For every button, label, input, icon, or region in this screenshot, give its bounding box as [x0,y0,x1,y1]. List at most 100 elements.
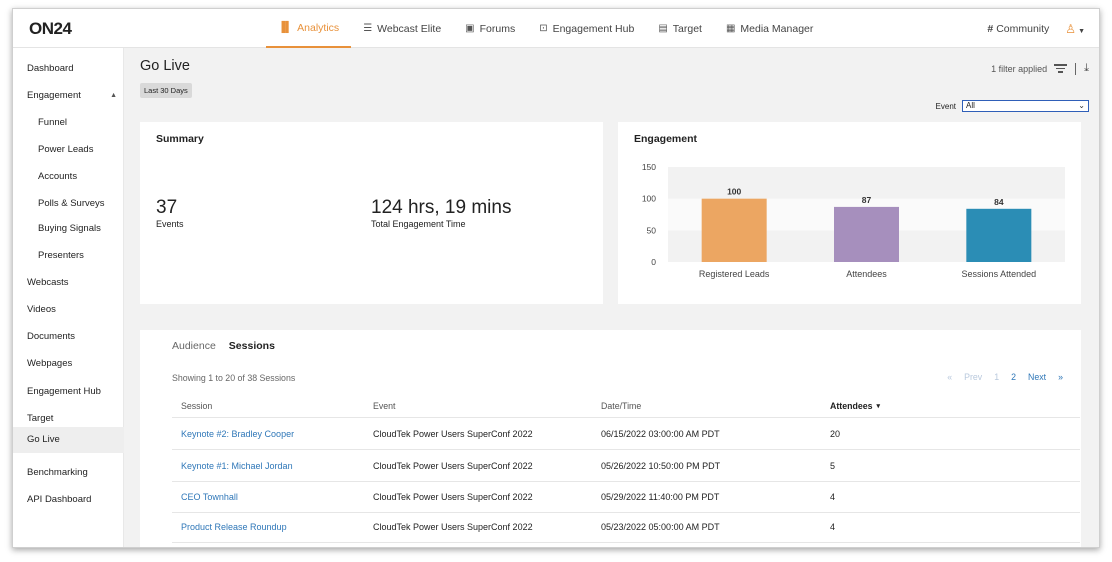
first-page-button[interactable]: « [947,372,952,382]
sidebar-item-polls-surveys[interactable]: Polls & Surveys [13,191,124,217]
last-page-button[interactable]: » [1058,372,1063,382]
list-icon: ☰ [363,23,373,34]
top-nav: ON24 ▐▌ Analytics ☰ Webcast Elite ▣ Foru… [13,9,1099,48]
forum-icon: ▣ [465,23,475,34]
x-tick-label: Attendees [846,269,887,279]
sessions-tabs: Audience Sessions [172,340,275,352]
user-menu[interactable]: ♙ ▼ [1065,22,1085,36]
event-cell: CloudTek Power Users SuperConf 2022 [373,460,533,471]
engagement-time-value: 124 hrs, 19 mins [371,197,512,218]
y-tick-label: 150 [642,162,656,172]
main-content: Go Live Last 30 Days 1 filter applied ⤓ … [124,48,1099,547]
nav-label: Analytics [297,21,340,34]
sidebar-item-api-dashboard[interactable]: API Dashboard [13,487,124,513]
session-link[interactable]: Keynote #1: Michael Jordan [181,450,293,481]
data-label: 100 [727,187,741,197]
date-range-chip[interactable]: Last 30 Days [140,83,192,98]
sidebar-item-presenters[interactable]: Presenters [13,243,124,269]
session-link[interactable]: Keynote #2: Bradley Cooper [181,418,294,449]
col-session[interactable]: Session [181,394,212,417]
sidebar-item-webcasts[interactable]: Webcasts [13,270,124,296]
datetime-cell: 06/15/2022 03:00:00 AM PDT [601,428,720,439]
sidebar-item-engagement-hub[interactable]: Engagement Hub [13,379,124,405]
session-link[interactable]: Product Release Roundup [181,513,287,543]
x-tick-label: Registered Leads [699,269,770,279]
sessions-table: Session Event Date/Time Attendees ▾ Keyn… [172,394,1080,543]
on24-logo[interactable]: ON24 [29,19,72,39]
nav-right: # Community ♙ ▼ [987,9,1085,48]
sidebar-item-documents[interactable]: Documents [13,324,124,350]
sidebar-item-accounts[interactable]: Accounts [13,164,124,190]
col-attendees-label: Attendees [830,400,873,411]
community-label: Community [996,22,1050,35]
table-row: CEO Townhall CloudTek Power Users SuperC… [172,482,1080,513]
main-nav: ▐▌ Analytics ☰ Webcast Elite ▣ Forums ⊡ … [266,9,825,48]
y-tick-label: 50 [647,225,657,235]
sidebar-item-engagement[interactable]: Engagement ▲ [13,83,124,109]
page-title: Go Live [140,58,190,74]
caret-down-icon: ▼ [1078,27,1085,35]
prev-page-button[interactable]: Prev [964,372,982,382]
nav-engagement-hub[interactable]: ⊡ Engagement Hub [527,9,646,48]
sidebar-item-power-leads[interactable]: Power Leads [13,137,124,163]
table-header: Session Event Date/Time Attendees ▾ [172,394,1080,418]
sidebar-item-benchmarking[interactable]: Benchmarking [13,460,124,486]
table-row: Keynote #2: Bradley Cooper CloudTek Powe… [172,418,1080,450]
attendees-cell: 5 [830,460,836,471]
download-icon[interactable]: ⤓ [1084,62,1089,75]
nav-analytics[interactable]: ▐▌ Analytics [266,9,352,48]
sidebar-item-funnel[interactable]: Funnel [13,110,124,136]
sidebar-item-videos[interactable]: Videos [13,297,124,323]
datetime-cell: 05/26/2022 10:50:00 PM PDT [601,460,721,471]
tab-audience[interactable]: Audience [172,340,216,352]
nav-label: Forums [479,22,516,35]
summary-card: Summary 37 Events 124 hrs, 19 mins Total… [140,122,603,304]
data-label: 87 [862,195,872,205]
sidebar-item-dashboard[interactable]: Dashboard [13,56,124,82]
col-attendees[interactable]: Attendees ▾ [830,394,880,417]
col-datetime[interactable]: Date/Time [601,394,641,417]
nav-webcast-elite[interactable]: ☰ Webcast Elite [351,9,453,48]
nav-media-manager[interactable]: ▦ Media Manager [714,9,825,48]
results-count: Showing 1 to 20 of 38 Sessions [172,373,296,383]
sidebar: Dashboard Engagement ▲ Funnel Power Lead… [13,48,124,547]
sessions-card: Audience Sessions Showing 1 to 20 of 38 … [140,330,1081,547]
divider [1075,62,1077,75]
y-tick-label: 100 [642,194,656,204]
sidebar-item-buying-signals[interactable]: Buying Signals [13,216,124,242]
next-page-button[interactable]: Next [1028,372,1046,382]
event-select-value: All [966,101,975,110]
x-tick-label: Sessions Attended [962,269,1037,279]
nav-label: Target [672,22,702,35]
page-2-button[interactable]: 2 [1011,372,1016,382]
attendees-cell: 4 [830,522,836,533]
attendees-cell: 20 [830,428,841,439]
target-icon: ▤ [658,23,668,34]
nav-target[interactable]: ▤ Target [646,9,714,48]
hub-icon: ⊡ [539,23,548,34]
table-row: Product Release Roundup CloudTek Power U… [172,513,1080,543]
summary-title: Summary [156,133,204,145]
caret-up-icon: ▲ [110,92,117,99]
chevron-down-icon: ⌄ [1078,101,1085,110]
filter-icon[interactable] [1054,62,1068,75]
hash-icon: # [987,22,994,35]
bar-attendees [834,206,899,262]
nav-label: Webcast Elite [377,22,442,35]
sidebar-item-label: Engagement [27,90,81,101]
filter-bar: 1 filter applied ⤓ [991,62,1089,75]
datetime-cell: 05/23/2022 05:00:00 AM PDT [601,522,720,533]
community-link[interactable]: # Community [987,23,1049,35]
col-event[interactable]: Event [373,394,396,417]
sidebar-item-go-live[interactable]: Go Live [13,427,124,453]
page-1-button[interactable]: 1 [994,372,999,382]
session-link[interactable]: CEO Townhall [181,482,238,512]
tab-sessions[interactable]: Sessions [229,340,275,352]
sidebar-item-webpages[interactable]: Webpages [13,351,124,377]
y-tick-label: 0 [651,257,656,267]
event-select[interactable]: All ⌄ [962,100,1089,112]
nav-forums[interactable]: ▣ Forums [453,9,527,48]
user-icon: ♙ [1065,21,1077,36]
datetime-cell: 05/29/2022 11:40:00 PM PDT [601,491,720,502]
grid-icon: ▦ [725,23,736,34]
